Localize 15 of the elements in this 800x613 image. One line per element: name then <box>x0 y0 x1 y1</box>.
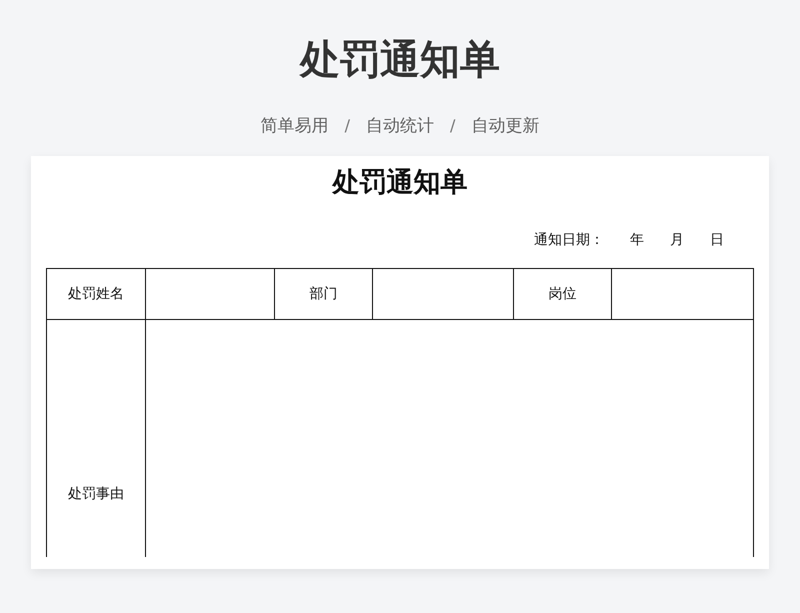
separator: / <box>344 115 351 137</box>
field-label: 处罚姓名 <box>46 268 146 320</box>
page-title: 处罚通知单 <box>300 36 500 85</box>
separator: / <box>449 115 456 137</box>
year-label: 年 <box>630 231 644 250</box>
feature-tag: 自动统计 <box>366 114 434 138</box>
day-label: 日 <box>710 231 724 250</box>
feature-tag: 简单易用 <box>260 114 329 138</box>
field-label: 处罚事由 <box>46 320 146 557</box>
document-title: 处罚通知单 <box>331 166 468 200</box>
feature-tag: 自动更新 <box>471 114 540 138</box>
month-label: 月 <box>670 231 684 250</box>
field-label: 部门 <box>274 268 372 320</box>
field-label: 岗位 <box>514 268 612 320</box>
date-label: 通知日期： <box>534 231 604 250</box>
